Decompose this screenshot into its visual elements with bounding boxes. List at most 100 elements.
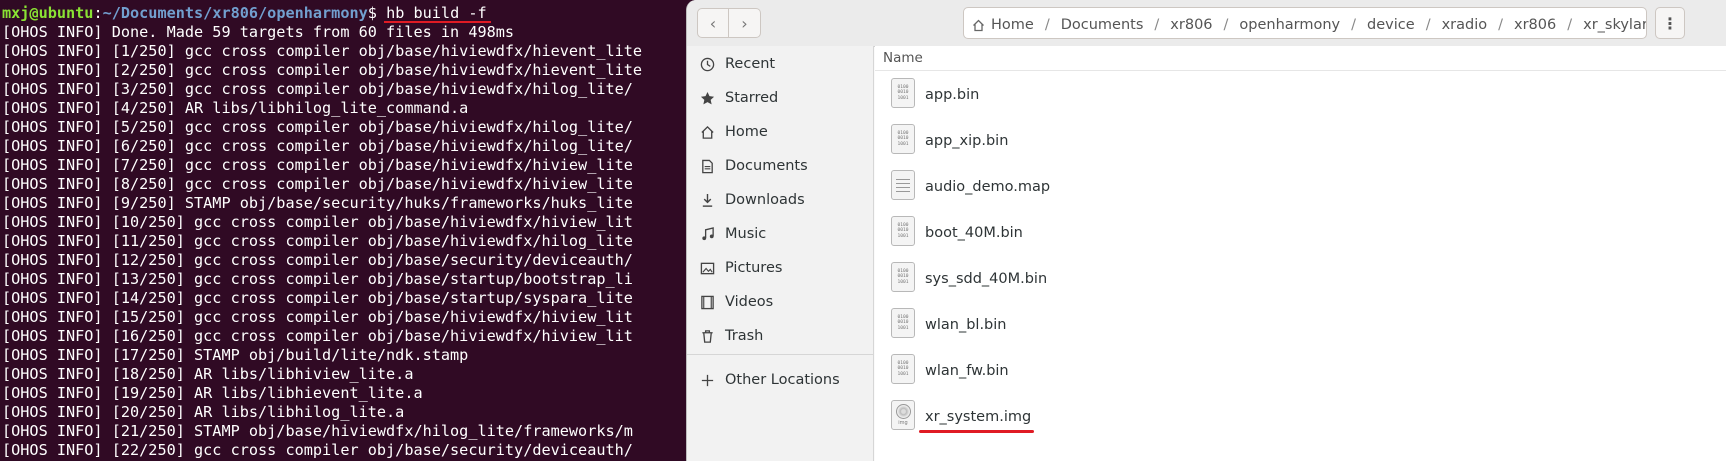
file-name: app.bin <box>925 86 980 103</box>
terminal-output-line: [OHOS INFO] [17/250] STAMP obj/build/lit… <box>2 346 469 364</box>
terminal-output-line: [OHOS INFO] [4/250] AR libs/libhilog_lit… <box>2 99 469 117</box>
binary-glyph-text: 1001 <box>897 279 909 285</box>
breadcrumb-item[interactable]: device <box>1367 17 1415 33</box>
binary-file-icon: 0100 0010 1001 <box>891 354 915 384</box>
sidebar-divider <box>687 354 873 355</box>
terminal-output-line: [OHOS INFO] [5/250] gcc cross compiler o… <box>2 118 633 136</box>
file-name: boot_40M.bin <box>925 224 1023 241</box>
file-name: wlan_fw.bin <box>925 362 1009 379</box>
sidebar-item-label: Documents <box>725 158 808 174</box>
text-file-icon <box>891 170 915 200</box>
sidebar-item-label: Music <box>725 226 767 242</box>
breadcrumb-item[interactable]: openharmony <box>1239 17 1340 33</box>
file-manager-window: ‹ › Home / Documents / xr806 / openharmony / dev… <box>686 0 1726 461</box>
view-menu-button[interactable]: ⋮ <box>1655 7 1685 39</box>
file-name: app_xip.bin <box>925 132 1009 149</box>
file-row[interactable]: 0100 0010 1001 boot_40M.bin <box>875 208 1726 254</box>
terminal-output-line: [OHOS INFO] [19/250] AR libs/libhievent_… <box>2 384 423 402</box>
breadcrumb-item[interactable]: xradio <box>1442 17 1488 33</box>
sidebar-item[interactable]: Home <box>687 114 873 150</box>
terminal-output-line: [OHOS INFO] Done. Made 59 targets from 6… <box>2 23 515 41</box>
sidebar-item-label: Other Locations <box>725 372 840 388</box>
sidebar-item[interactable]: Pictures <box>687 250 873 286</box>
sidebar-item-label: Starred <box>725 90 779 106</box>
breadcrumb-separator: / <box>1044 16 1050 33</box>
breadcrumb-separator: / <box>1223 16 1229 33</box>
terminal-output-line: [OHOS INFO] [3/250] gcc cross compiler o… <box>2 80 633 98</box>
file-name-wrap: boot_40M.bin <box>925 222 1023 241</box>
terminal-previous-line: ---- ---- <box>0 0 120 2</box>
plus-icon <box>699 372 715 388</box>
breadcrumb-item[interactable]: Home <box>991 17 1034 33</box>
terminal-output-line: [OHOS INFO] [15/250] gcc cross compiler … <box>2 308 633 326</box>
document-icon <box>699 158 715 174</box>
terminal-output-line: [OHOS INFO] [12/250] gcc cross compiler … <box>2 251 633 269</box>
video-icon <box>699 294 715 310</box>
breadcrumb-item[interactable]: Documents <box>1061 17 1144 33</box>
file-name-wrap: sys_sdd_40M.bin <box>925 268 1047 287</box>
file-name-wrap: wlan_bl.bin <box>925 314 1006 333</box>
file-row[interactable]: img xr_system.img <box>875 392 1726 438</box>
terminal-output: mxj@ubuntu:~/Documents/xr806/openharmony… <box>2 4 642 460</box>
binary-glyph-text: 1001 <box>897 371 909 377</box>
terminal-output-line: [OHOS INFO] [1/250] gcc cross compiler o… <box>2 42 643 60</box>
sidebar-item[interactable]: Starred <box>687 80 873 116</box>
sidebar-item[interactable]: Downloads <box>687 182 873 218</box>
picture-icon <box>699 260 715 276</box>
breadcrumb-separator: / <box>1154 16 1160 33</box>
file-row[interactable]: 0100 0010 1001 wlan_bl.bin <box>875 300 1726 346</box>
file-name: sys_sdd_40M.bin <box>925 270 1048 287</box>
terminal-output-line: [OHOS INFO] [7/250] gcc cross compiler o… <box>2 156 633 174</box>
forward-button[interactable]: › <box>729 8 761 38</box>
sidebar-item[interactable]: Recent <box>687 46 873 82</box>
disk-image-file-icon: img <box>891 400 915 430</box>
binary-file-icon: 0100 0010 1001 <box>891 308 915 338</box>
home-icon <box>972 17 985 31</box>
terminal-output-line: [OHOS INFO] [9/250] STAMP obj/base/secur… <box>2 194 633 212</box>
sidebar-item[interactable]: Documents <box>687 148 873 184</box>
terminal-output-line: [OHOS INFO] [10/250] gcc cross compiler … <box>2 213 633 231</box>
command-text: hb build -f <box>386 4 487 22</box>
prompt-colon: : <box>93 4 103 22</box>
breadcrumb-item[interactable]: xr_skylark <box>1583 17 1646 33</box>
terminal-output-line: [OHOS INFO] [2/250] gcc cross compiler o… <box>2 61 643 79</box>
binary-file-icon: 0100 0010 1001 <box>891 124 915 154</box>
breadcrumb-item[interactable]: xr806 <box>1514 17 1556 33</box>
breadcrumb-separator: / <box>1498 16 1504 33</box>
file-row[interactable]: 0100 0010 1001 sys_sdd_40M.bin <box>875 254 1726 300</box>
column-header-name[interactable]: Name <box>875 46 1726 71</box>
file-row[interactable]: 0100 0010 1001 wlan_fw.bin <box>875 346 1726 392</box>
file-name: xr_system.img <box>925 408 1032 425</box>
file-row[interactable]: audio_demo.map <box>875 162 1726 208</box>
sidebar-item[interactable]: Other Locations <box>687 362 873 398</box>
terminal-output-line: [OHOS INFO] [14/250] gcc cross compiler … <box>2 289 633 307</box>
back-button[interactable]: ‹ <box>697 8 729 38</box>
sidebar-item[interactable]: Music <box>687 216 873 252</box>
file-row[interactable]: 0100 0010 1001 app_xip.bin <box>875 116 1726 162</box>
terminal-output-line: [OHOS INFO] [11/250] gcc cross compiler … <box>2 232 633 250</box>
file-name: wlan_bl.bin <box>925 316 1007 333</box>
sidebar-item-label: Videos <box>725 294 774 310</box>
terminal-window[interactable]: ---- ---- mxj@ubuntu:~/Documents/xr806/o… <box>0 0 690 461</box>
chevron-left-icon: ‹ <box>709 13 717 33</box>
terminal-output-line: [OHOS INFO] [6/250] gcc cross compiler o… <box>2 137 633 155</box>
file-name-wrap: audio_demo.map <box>925 176 1050 195</box>
breadcrumb-item[interactable]: xr806 <box>1170 17 1212 33</box>
sidebar-item-label: Downloads <box>725 192 805 208</box>
sidebar-item-label: Home <box>725 124 768 140</box>
sidebar-item[interactable]: Videos <box>687 284 873 320</box>
sidebar-item[interactable]: Trash <box>687 318 873 354</box>
terminal-prompt-line: mxj@ubuntu:~/Documents/xr806/openharmony… <box>2 4 642 23</box>
breadcrumb-separator: / <box>1351 16 1357 33</box>
file-name-wrap: app_xip.bin <box>925 130 1008 149</box>
img-glyph-text: img <box>898 420 908 426</box>
file-name-wrap: wlan_fw.bin <box>925 360 1009 379</box>
star-icon <box>699 90 715 106</box>
clock-icon <box>699 56 715 72</box>
home-icon <box>699 124 715 140</box>
binary-file-icon: 0100 0010 1001 <box>891 262 915 292</box>
terminal-output-line: [OHOS INFO] [13/250] gcc cross compiler … <box>2 270 633 288</box>
download-icon <box>699 192 715 208</box>
file-row[interactable]: 0100 0010 1001 app.bin <box>875 70 1726 116</box>
file-name: audio_demo.map <box>925 178 1051 195</box>
